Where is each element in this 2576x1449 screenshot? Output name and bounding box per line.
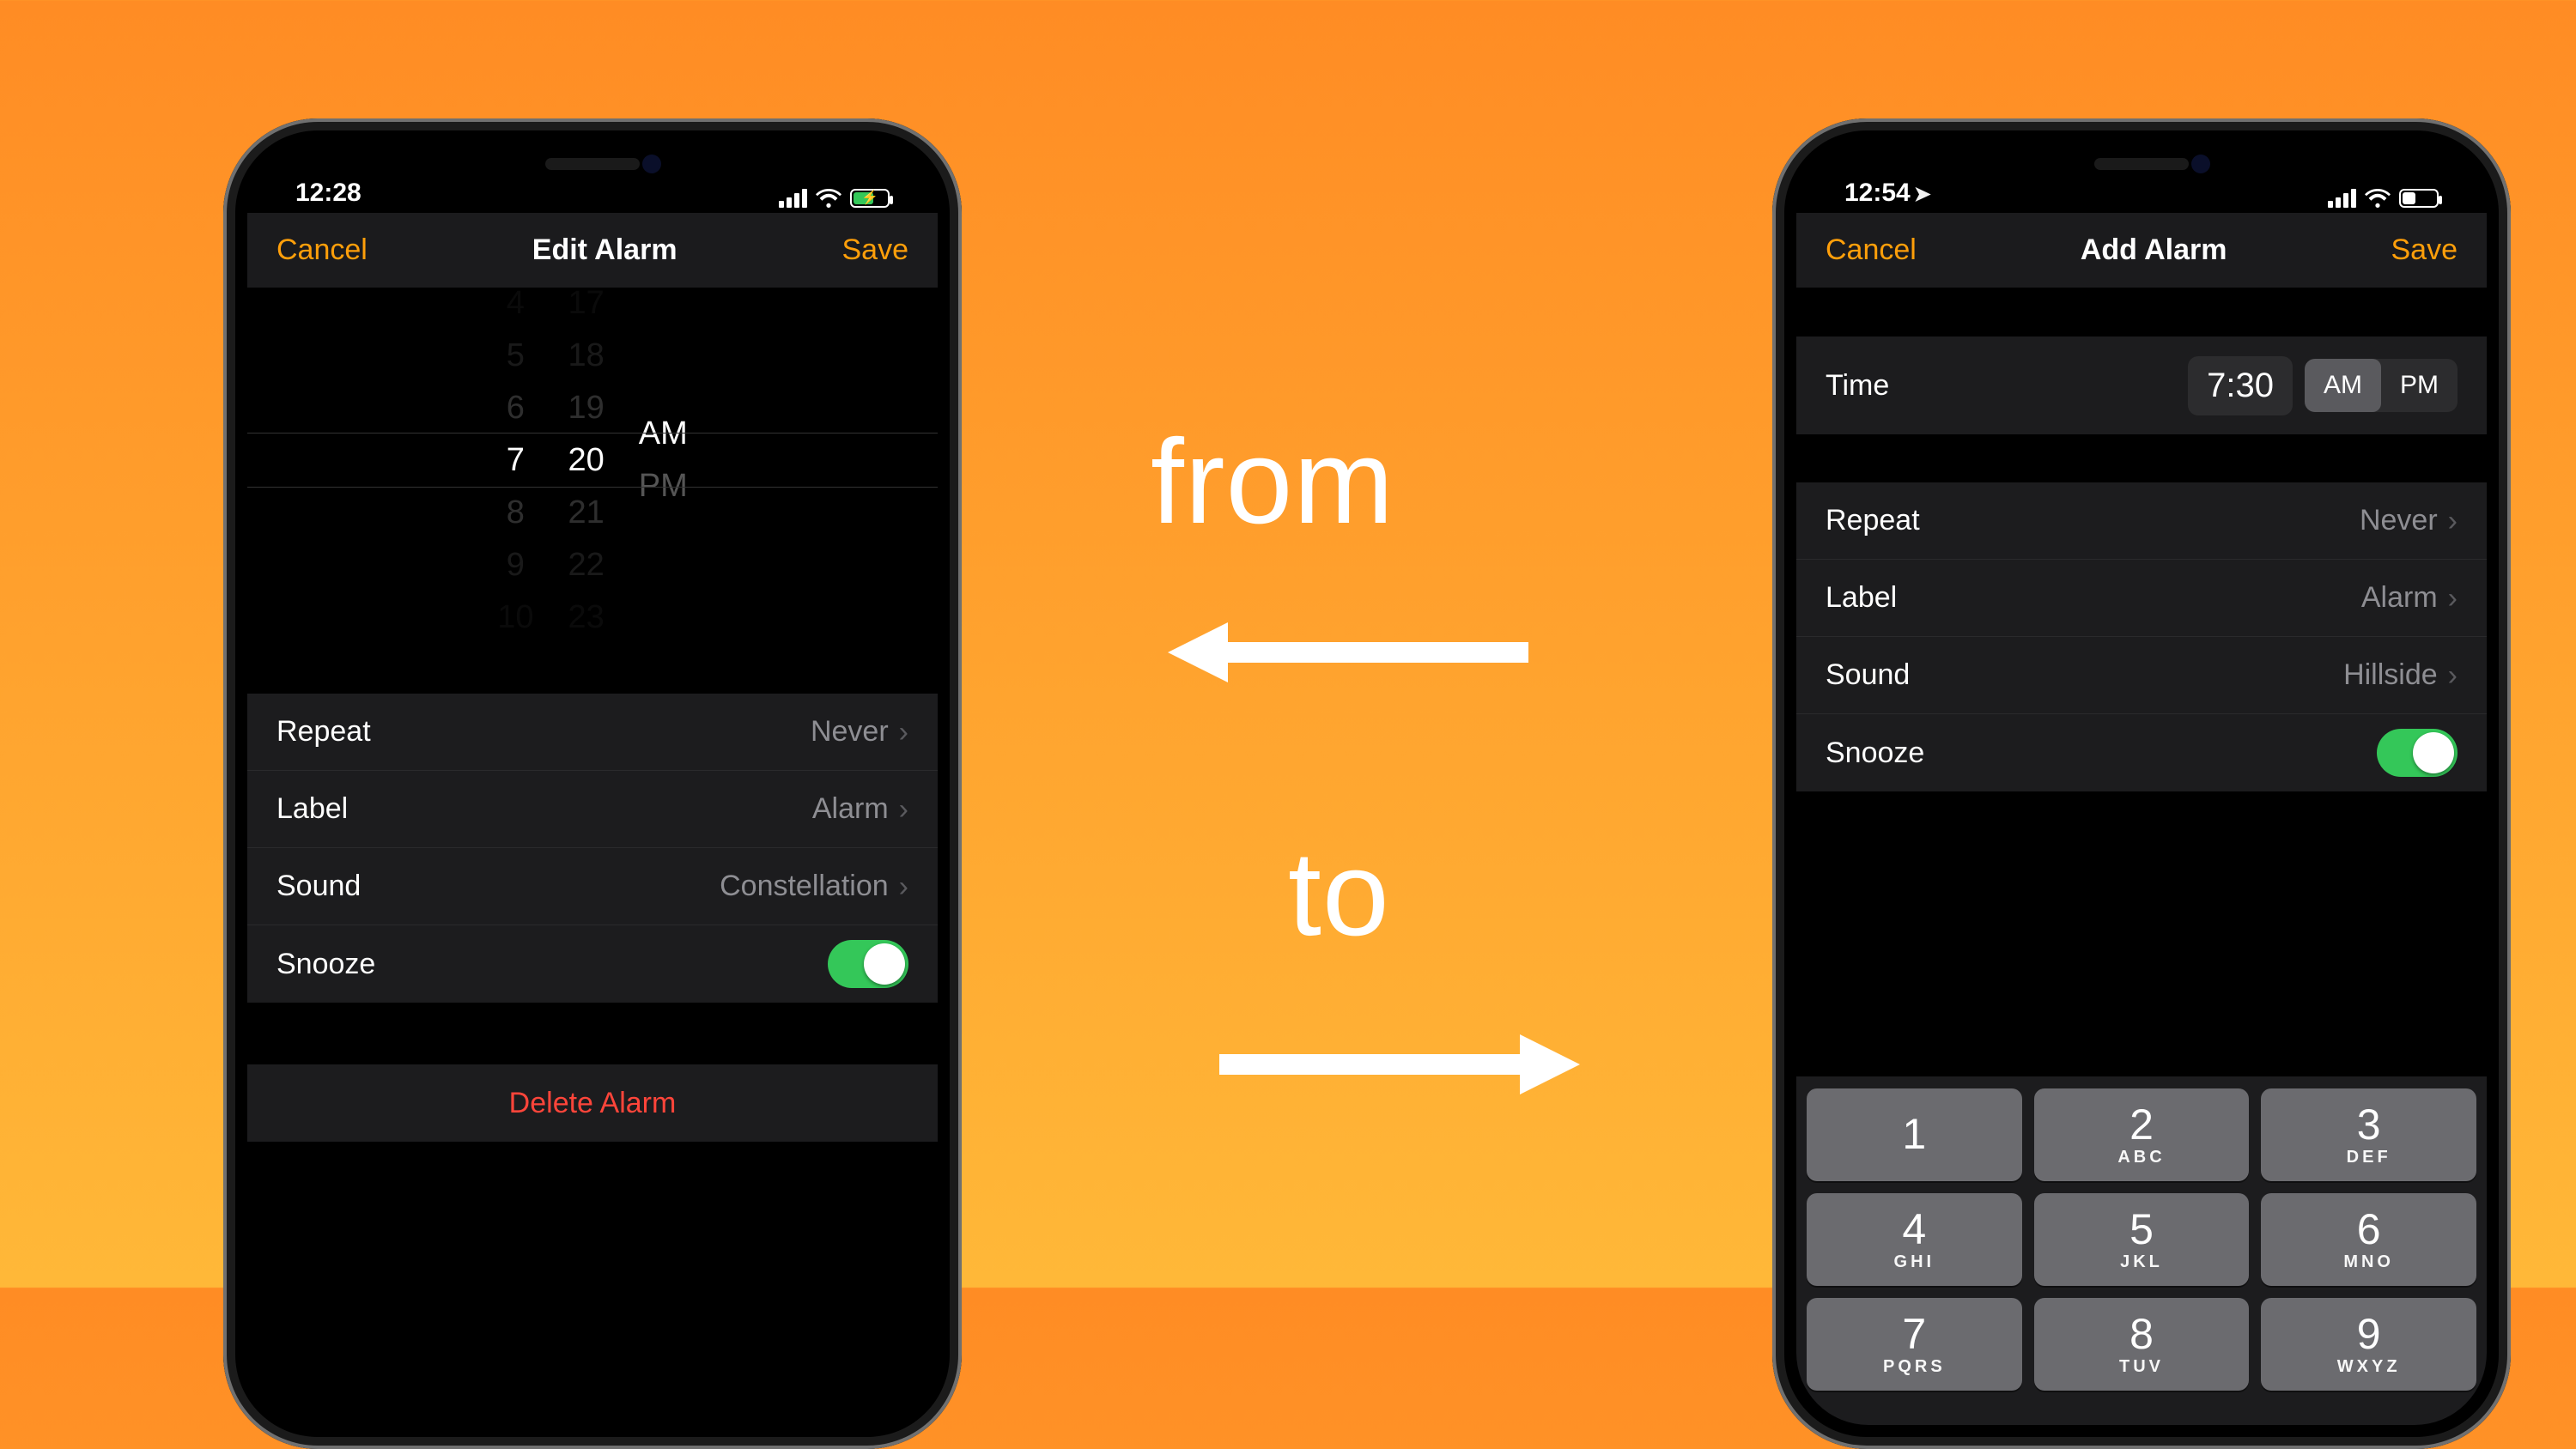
sound-label: Sound xyxy=(276,870,361,903)
phone-left: 12:28 ⚡ Cancel Edit Alarm Save 4 5 xyxy=(223,118,962,1449)
time-input[interactable]: 7:30 xyxy=(2188,356,2293,415)
time-label: Time xyxy=(1826,369,1889,403)
snooze-row: Snooze xyxy=(247,925,938,1003)
status-time: 12:54➤ xyxy=(1844,179,1931,208)
sound-value: Constellation xyxy=(720,870,889,903)
signal-icon xyxy=(2328,189,2356,208)
chevron-right-icon: › xyxy=(899,872,908,901)
snooze-toggle[interactable] xyxy=(2377,729,2458,777)
sound-row[interactable]: Sound Hillside › xyxy=(1796,637,2487,714)
nav-title: Edit Alarm xyxy=(532,233,677,267)
chevron-right-icon: › xyxy=(2448,506,2458,536)
status-right xyxy=(2328,189,2439,208)
key-9[interactable]: 9WXYZ xyxy=(2261,1298,2476,1391)
time-wheel-picker[interactable]: 4 5 6 7 8 9 10 17 18 19 20 21 22 xyxy=(247,288,938,632)
label-row[interactable]: Label Alarm › xyxy=(1796,560,2487,637)
chevron-right-icon: › xyxy=(899,795,908,824)
nav-bar: Cancel Add Alarm Save xyxy=(1796,213,2487,288)
snooze-label: Snooze xyxy=(276,948,375,981)
phone-right: 12:54➤ Cancel Add Alarm Save Time 7:30 xyxy=(1772,118,2511,1449)
save-button[interactable]: Save xyxy=(2391,233,2458,267)
status-time: 12:28 xyxy=(295,179,361,208)
chevron-right-icon: › xyxy=(2448,584,2458,613)
cancel-button[interactable]: Cancel xyxy=(1826,233,1917,267)
chevron-right-icon: › xyxy=(899,718,908,747)
sound-value: Hillside xyxy=(2343,658,2438,692)
label-row[interactable]: Label Alarm › xyxy=(247,771,938,848)
label-label: Label xyxy=(276,792,348,826)
battery-icon xyxy=(2399,189,2439,208)
label-label: Label xyxy=(1826,581,1897,615)
save-button[interactable]: Save xyxy=(842,233,909,267)
key-4[interactable]: 4GHI xyxy=(1807,1193,2022,1286)
notch xyxy=(1974,142,2309,191)
chevron-right-icon: › xyxy=(2448,661,2458,690)
wifi-icon xyxy=(2365,189,2391,208)
signal-icon xyxy=(779,189,807,208)
repeat-row[interactable]: Repeat Never › xyxy=(1796,482,2487,560)
battery-icon: ⚡ xyxy=(850,189,890,208)
ampm-am[interactable]: AM xyxy=(2305,359,2381,412)
nav-title: Add Alarm xyxy=(2081,233,2227,267)
annotation-from: from xyxy=(1151,412,1394,551)
location-icon: ➤ xyxy=(1914,182,1931,207)
annotation-to: to xyxy=(1288,824,1390,963)
repeat-row[interactable]: Repeat Never › xyxy=(247,694,938,771)
label-value: Alarm xyxy=(812,792,889,826)
key-5[interactable]: 5JKL xyxy=(2034,1193,2250,1286)
repeat-label: Repeat xyxy=(276,715,371,749)
repeat-label: Repeat xyxy=(1826,504,1920,537)
ampm-segmented-control[interactable]: AM PM xyxy=(2305,359,2458,412)
repeat-value: Never xyxy=(811,715,889,749)
label-value: Alarm xyxy=(2361,581,2438,615)
snooze-row: Snooze xyxy=(1796,714,2487,791)
sound-label: Sound xyxy=(1826,658,1910,692)
notch xyxy=(425,142,760,191)
arrow-left-icon xyxy=(1168,618,1528,687)
snooze-label: Snooze xyxy=(1826,737,1924,770)
ampm-pm[interactable]: PM xyxy=(2381,359,2458,412)
wifi-icon xyxy=(816,189,841,208)
numeric-keypad: 1 2ABC 3DEF 4GHI 5JKL 6MNO 7PQRS 8TUV 9W… xyxy=(1796,1076,2487,1425)
time-row: Time 7:30 AM PM xyxy=(1796,336,2487,434)
key-3[interactable]: 3DEF xyxy=(2261,1088,2476,1181)
arrow-right-icon xyxy=(1219,1030,1580,1099)
key-7[interactable]: 7PQRS xyxy=(1807,1298,2022,1391)
key-8[interactable]: 8TUV xyxy=(2034,1298,2250,1391)
nav-bar: Cancel Edit Alarm Save xyxy=(247,213,938,288)
key-1[interactable]: 1 xyxy=(1807,1088,2022,1181)
snooze-toggle[interactable] xyxy=(828,940,908,988)
status-right: ⚡ xyxy=(779,189,890,208)
sound-row[interactable]: Sound Constellation › xyxy=(247,848,938,925)
repeat-value: Never xyxy=(2360,504,2438,537)
key-6[interactable]: 6MNO xyxy=(2261,1193,2476,1286)
cancel-button[interactable]: Cancel xyxy=(276,233,368,267)
delete-alarm-button[interactable]: Delete Alarm xyxy=(247,1064,938,1142)
key-2[interactable]: 2ABC xyxy=(2034,1088,2250,1181)
